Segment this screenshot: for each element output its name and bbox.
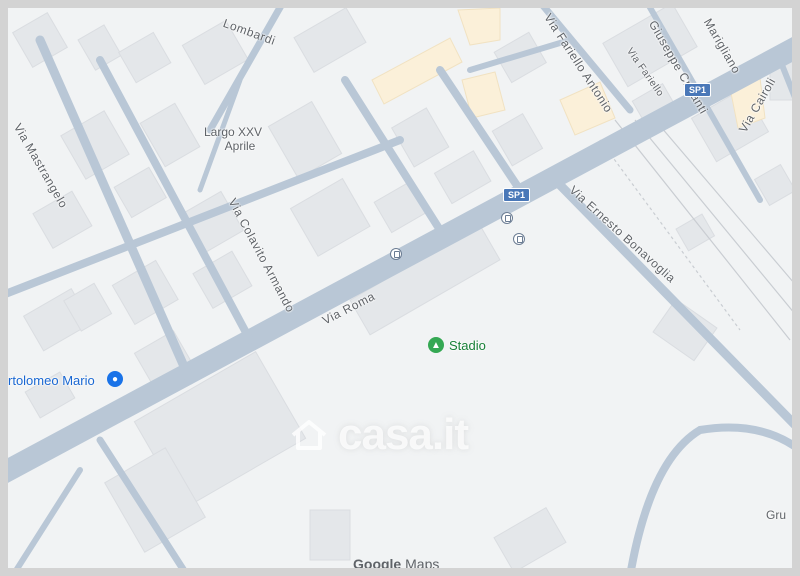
route-shield-sp1-middle: SP1 [503,188,531,202]
bus-stop-icon[interactable] [501,212,513,224]
map-frame[interactable]: Via Roma Via Ernesto Bonavoglia Via Cola… [0,0,800,576]
place-label-largo: Largo XXV Aprile [204,125,262,153]
brand-google: Google [353,556,402,572]
shopping-bag-icon[interactable]: ● [107,371,123,387]
house-icon [291,420,327,450]
place-label-gru: Gru [766,508,787,522]
poi-label-stadio[interactable]: Stadio [449,338,486,353]
place-label-largo-line2: Aprile [224,139,256,153]
bus-stop-icon[interactable] [513,233,525,245]
map-canvas[interactable] [0,0,800,576]
map-attribution: Google Maps [353,556,440,572]
park-icon[interactable]: ▲ [428,337,444,353]
poi-label-bartolomeo[interactable]: rtolomeo Mario [8,373,95,388]
route-shield-sp1-top: SP1 [684,83,712,97]
brand-maps: Maps [405,556,440,572]
bus-stop-icon[interactable] [390,248,402,260]
place-label-largo-line1: Largo XXV [204,125,263,139]
watermark: casa.it [338,410,469,459]
